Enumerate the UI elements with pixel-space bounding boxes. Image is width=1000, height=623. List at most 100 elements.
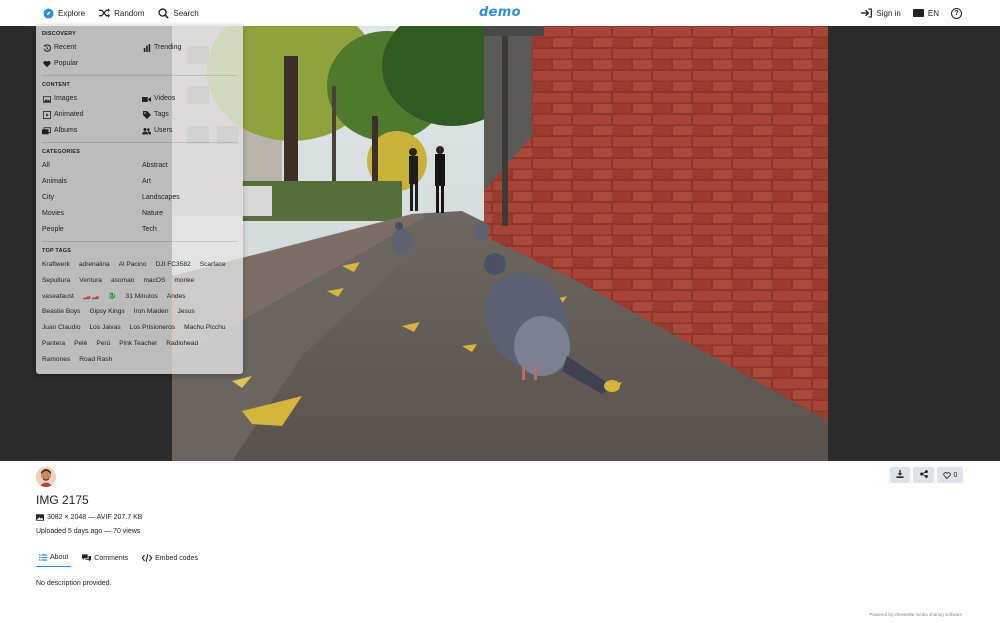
tag-link[interactable]: Beastie Boys [42, 304, 80, 320]
tag-link[interactable]: asomao [111, 273, 134, 289]
sign-in-button[interactable]: Sign in [860, 7, 901, 19]
tab-embed-codes[interactable]: Embed codes [139, 549, 201, 567]
category-item[interactable]: People [42, 222, 142, 238]
discovery-heading: DISCOVERY [42, 31, 76, 37]
tag-link[interactable]: 🏎️🏎️ [83, 289, 99, 305]
tab-comments[interactable]: Comments [79, 549, 131, 567]
tag-link[interactable]: Pantera [42, 336, 65, 352]
tag-link[interactable]: monke [174, 273, 194, 289]
divider [42, 75, 237, 76]
download-button[interactable] [890, 467, 910, 483]
like-count: 0 [953, 471, 958, 479]
menu-popular[interactable]: Popular [42, 56, 142, 72]
menu-trending-label: Trending [154, 44, 182, 51]
tag-link[interactable]: Jesus [178, 304, 195, 320]
list-icon [39, 554, 47, 561]
footer-brand[interactable]: chevereto [894, 612, 914, 617]
help-icon: ? [951, 7, 962, 19]
content-heading: CONTENT [42, 82, 70, 88]
search-icon [157, 7, 169, 19]
tag-link[interactable]: Kraftwerk [42, 257, 70, 273]
tag-link[interactable]: Pink Teacher [119, 336, 157, 352]
search-button[interactable]: Search [157, 7, 199, 19]
like-button[interactable]: 0 [937, 467, 963, 483]
categories-heading: CATEGORIES [42, 149, 80, 155]
help-button[interactable]: ? [951, 7, 962, 19]
image-title: IMG 2175 [36, 493, 89, 507]
language-icon [912, 9, 924, 17]
category-item[interactable]: Abstract [142, 158, 242, 174]
image-actions: 0 [887, 467, 963, 483]
menu-animated-label: Animated [54, 111, 84, 118]
category-item[interactable]: Nature [142, 206, 242, 222]
tag-link[interactable]: Juan Claudio [42, 320, 81, 336]
category-item[interactable]: Tech [142, 222, 242, 238]
tag-link[interactable]: Road Rash [79, 352, 112, 368]
tag-link[interactable]: vaseafaust [42, 289, 74, 305]
explore-label: Explore [58, 8, 86, 18]
menu-albums[interactable]: Albums [42, 123, 142, 139]
tag-link[interactable]: Andes [167, 289, 186, 305]
video-icon [142, 95, 151, 103]
language-label: EN [927, 8, 939, 18]
menu-animated[interactable]: Animated [42, 107, 142, 123]
menu-albums-label: Albums [54, 127, 78, 134]
tag-link[interactable]: Ventura [79, 273, 102, 289]
tag-link[interactable]: adrenalina [79, 257, 110, 273]
share-icon [919, 470, 928, 480]
image-icon [36, 514, 44, 521]
image-info-panel: IMG 2175 3082 × 2048 — AVIF 207.7 KB Upl… [0, 461, 1000, 623]
tag-link[interactable]: Scarface [200, 257, 226, 273]
tag-link[interactable]: Ramones [42, 352, 70, 368]
avatar[interactable] [36, 467, 56, 487]
category-item[interactable]: City [42, 190, 142, 206]
tag-link[interactable]: macOS [143, 273, 165, 289]
share-button[interactable] [913, 467, 934, 483]
site-logo[interactable]: demo [479, 5, 521, 20]
tag-link[interactable]: Perú [96, 336, 110, 352]
category-item[interactable]: Art [142, 174, 242, 190]
language-selector[interactable]: EN [912, 8, 939, 18]
image-dimensions: 3082 × 2048 — AVIF 207.7 KB [36, 514, 142, 521]
menu-recent[interactable]: Recent [42, 40, 142, 56]
tag-link[interactable]: Radiohead [166, 336, 198, 352]
sign-in-label: Sign in [876, 8, 901, 18]
tag-link[interactable]: 31 Minutos [126, 289, 158, 305]
menu-videos[interactable]: Videos [142, 91, 242, 107]
category-item[interactable]: Movies [42, 206, 142, 222]
category-item[interactable]: Landscapes [142, 190, 242, 206]
tag-link[interactable]: Al Pacino [119, 257, 147, 273]
tag-link[interactable]: DJI FC3582 [156, 257, 191, 273]
category-item[interactable]: Animals [42, 174, 142, 190]
tab-about[interactable]: About [36, 549, 72, 567]
menu-trending[interactable]: Trending [142, 40, 242, 56]
compass-icon [42, 7, 54, 19]
tag-link[interactable]: 🐉 [108, 289, 116, 305]
menu-tags-label: Tags [154, 111, 169, 118]
tag-link[interactable]: Machu Picchu [184, 320, 225, 336]
tag-link[interactable]: Los Jaivas [90, 320, 121, 336]
image-description: No description provided. [36, 580, 112, 587]
menu-users[interactable]: Users [142, 123, 242, 139]
upload-info: Uploaded 5 days ago — 70 views [36, 528, 141, 535]
random-button[interactable]: Random [98, 7, 144, 19]
image-meta-text: 3082 × 2048 — AVIF 207.7 KB [47, 514, 143, 521]
tag-link[interactable]: Gipsy Kings [89, 304, 124, 320]
explore-dropdown: DISCOVERY Recent Trending Popular CONTEN… [36, 24, 243, 374]
shuffle-icon [98, 7, 110, 19]
divider [42, 241, 237, 242]
tag-link[interactable]: Pelé [74, 336, 87, 352]
category-item[interactable]: All [42, 158, 142, 174]
main-photo[interactable] [172, 26, 828, 461]
tag-link[interactable]: Los Prisioneros [130, 320, 175, 336]
menu-tags[interactable]: Tags [142, 107, 242, 123]
info-tabs: About Comments Embed codes [36, 549, 209, 567]
explore-menu[interactable]: Explore [42, 7, 85, 19]
tag-link[interactable]: Sepultura [42, 273, 70, 289]
menu-images[interactable]: Images [42, 91, 142, 107]
content-section: CONTENT Images Videos Animated Tags Albu… [36, 79, 243, 143]
tag-link[interactable]: Iron Maiden [134, 304, 169, 320]
download-icon [896, 470, 904, 480]
film-icon [42, 111, 51, 119]
menu-users-label: Users [154, 127, 173, 134]
